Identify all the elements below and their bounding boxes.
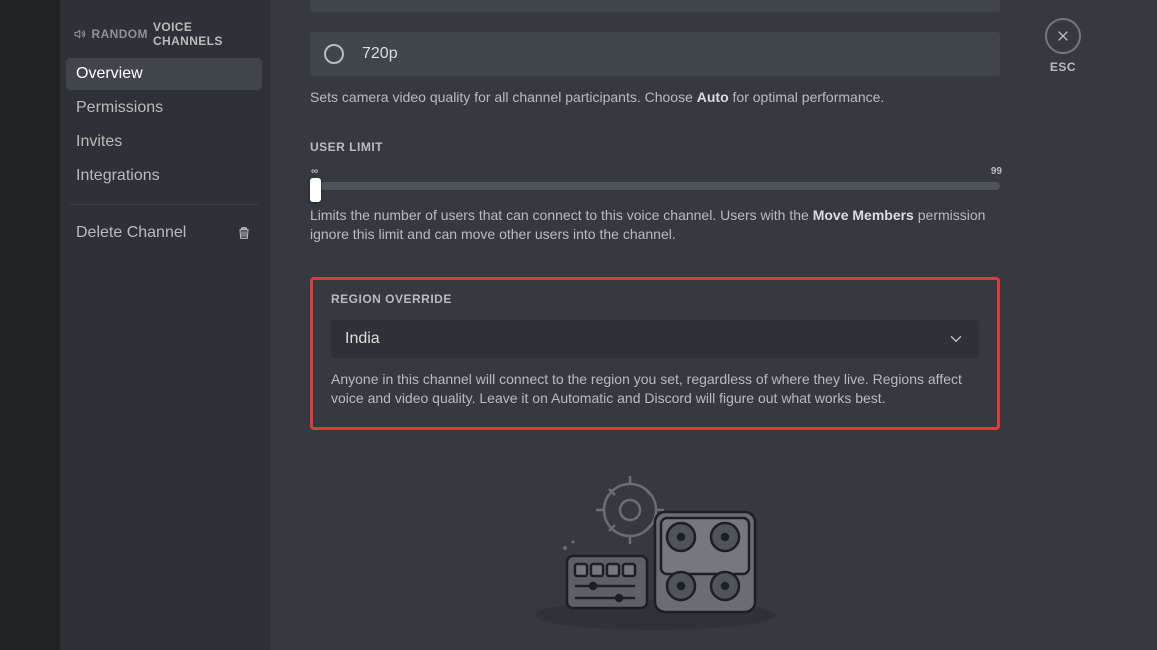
divider xyxy=(70,204,258,205)
region-select[interactable]: India xyxy=(331,320,979,358)
video-quality-help: Sets camera video quality for all channe… xyxy=(310,88,1000,108)
video-quality-720p[interactable]: 720p xyxy=(310,32,1000,76)
chevron-down-icon xyxy=(947,330,965,348)
region-override-section: REGION OVERRIDE India Anyone in this cha… xyxy=(310,277,1000,430)
delete-channel-label: Delete Channel xyxy=(76,224,186,242)
sidebar-item-permissions[interactable]: Permissions xyxy=(66,92,262,124)
sidebar-item-integrations[interactable]: Integrations xyxy=(66,160,262,192)
region-override-help: Anyone in this channel will connect to t… xyxy=(331,370,979,409)
sidebar-header: RANDOM VOICE CHANNELS xyxy=(66,20,262,56)
user-limit-title: USER LIMIT xyxy=(310,140,1000,154)
slider-track xyxy=(310,182,1000,190)
voice-channels-label: VOICE CHANNELS xyxy=(153,20,254,48)
region-selected-value: India xyxy=(345,330,380,348)
user-limit-slider[interactable]: ∞ 99 xyxy=(310,168,1000,190)
close-button[interactable] xyxy=(1045,18,1081,54)
channel-name: RANDOM xyxy=(92,27,148,41)
delete-channel-button[interactable]: Delete Channel xyxy=(66,217,262,249)
region-override-title: REGION OVERRIDE xyxy=(331,292,979,306)
radio-icon xyxy=(324,44,344,64)
main-content: 720p Sets camera video quality for all c… xyxy=(270,0,1157,650)
slider-min-label: ∞ xyxy=(311,166,318,177)
server-rail xyxy=(0,0,60,650)
close-icon xyxy=(1055,28,1071,44)
slider-thumb[interactable] xyxy=(310,178,321,202)
close-label: ESC xyxy=(1045,60,1081,74)
sidebar-item-invites[interactable]: Invites xyxy=(66,126,262,158)
close-settings: ESC xyxy=(1045,18,1081,74)
decorative-illustration xyxy=(310,470,1000,640)
slider-max-label: 99 xyxy=(991,166,1002,177)
sidebar-item-overview[interactable]: Overview xyxy=(66,58,262,90)
volume-icon xyxy=(74,27,87,41)
video-option-label: 720p xyxy=(362,45,398,63)
settings-sidebar: RANDOM VOICE CHANNELS Overview Permissio… xyxy=(60,0,270,650)
option-row-fragment xyxy=(310,0,1000,12)
user-limit-help: Limits the number of users that can conn… xyxy=(310,206,1000,245)
trash-icon xyxy=(236,225,252,241)
